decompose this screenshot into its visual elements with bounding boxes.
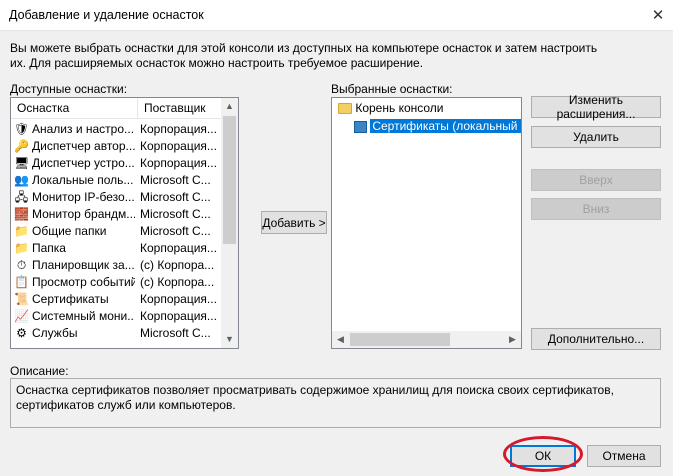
firewall-monitor-icon: 🧱	[14, 207, 29, 221]
edit-extensions-button[interactable]: Изменить расширения...	[531, 93, 661, 121]
window-title: Добавление и удаление оснасток	[9, 8, 204, 22]
list-item[interactable]: 📁 Папка Корпорация...	[11, 240, 231, 257]
intro-text: Вы можете выбрать оснастки для этой конс…	[10, 41, 598, 70]
snapin-vendor: Microsoft C...	[140, 224, 211, 238]
snapin-vendor: Корпорация...	[140, 309, 217, 323]
snapin-name: Просмотр событий	[32, 275, 135, 289]
list-item[interactable]: 🖧 Монитор IP-безо... Microsoft C...	[11, 189, 231, 206]
close-button[interactable]: ✕	[643, 0, 673, 30]
available-snapins-list[interactable]: Оснастка Поставщик 🛡 Анализ и настро... Ко…	[10, 97, 239, 349]
list-item[interactable]: 🔑 Диспетчер автор... Корпорация...	[11, 138, 231, 155]
list-item[interactable]: 📋 Просмотр событий (с) Корпора...	[11, 274, 231, 291]
snapin-vendor: Microsoft C...	[140, 326, 211, 340]
snapin-vendor: Microsoft C...	[140, 190, 211, 204]
list-item[interactable]: 🧱 Монитор брандм... Microsoft C...	[11, 206, 231, 223]
system-monitor-icon: 📈	[14, 309, 29, 323]
snapin-name: Диспетчер устро...	[32, 156, 135, 170]
cancel-button[interactable]: Отмена	[587, 445, 661, 467]
task-scheduler-icon: ⏱	[16, 258, 27, 272]
snapin-name: Общие папки	[32, 224, 107, 238]
move-down-button[interactable]: Вниз	[531, 198, 661, 220]
vertical-scrollbar[interactable]: ▲ ▼	[221, 98, 238, 348]
selected-snapins-tree[interactable]: Корень консоли Сертификаты (локальный ко…	[331, 97, 522, 349]
column-header-vendor[interactable]: Поставщик	[138, 98, 223, 119]
list-item[interactable]: 🖥 Диспетчер устро... Корпорация...	[11, 155, 231, 172]
snapin-name: Папка	[32, 241, 66, 255]
snapin-name: Системный мони...	[32, 309, 135, 323]
certificates-icon	[354, 120, 367, 133]
description-label: Описание:	[10, 364, 69, 378]
available-label: Доступные оснастки:	[10, 82, 128, 96]
tree-item-certificates[interactable]: Сертификаты (локальный ко	[354, 117, 521, 135]
local-users-icon: 👥	[14, 173, 29, 187]
scroll-down-icon[interactable]: ▼	[221, 331, 238, 348]
list-item[interactable]: 👥 Локальные поль... Microsoft C...	[11, 172, 231, 189]
remove-button[interactable]: Удалить	[531, 126, 661, 148]
shared-folders-icon: 📁	[14, 224, 29, 238]
scroll-thumb[interactable]	[350, 333, 450, 346]
snapin-vendor: Корпорация...	[140, 122, 217, 136]
highlight-ring	[503, 436, 583, 472]
column-header-snapin[interactable]: Оснастка	[11, 98, 138, 119]
add-button[interactable]: Добавить >	[261, 211, 327, 234]
tree-item-label: Корень консоли	[355, 101, 444, 115]
selected-label: Выбранные оснастки:	[331, 82, 453, 96]
snapin-vendor: Корпорация...	[140, 292, 217, 306]
ip-security-monitor-icon: 🖧	[14, 190, 29, 204]
list-item[interactable]: 📈 Системный мони... Корпорация...	[11, 308, 231, 325]
scroll-thumb[interactable]	[223, 116, 236, 244]
list-item[interactable]: 🛡 Анализ и настро... Корпорация...	[11, 121, 231, 138]
list-item[interactable]: ⚙ Службы Microsoft C...	[11, 325, 231, 342]
security-analysis-icon: 🛡	[14, 122, 30, 136]
tree-item-label: Сертификаты (локальный ко	[370, 119, 521, 133]
scroll-up-icon[interactable]: ▲	[221, 98, 238, 115]
snapin-name: Сертификаты	[32, 292, 109, 306]
close-icon: ✕	[651, 7, 665, 24]
snapin-vendor: (с) Корпора...	[140, 258, 215, 272]
move-up-button[interactable]: Вверх	[531, 169, 661, 191]
snapin-vendor: Microsoft C...	[140, 173, 211, 187]
snapin-name: Диспетчер автор...	[32, 139, 135, 153]
snapin-name: Анализ и настро...	[32, 122, 135, 136]
description-box: Оснастка сертификатов позволяет просматр…	[10, 378, 661, 428]
list-header: Оснастка Поставщик	[11, 98, 231, 119]
folder-icon: 📁	[14, 241, 29, 255]
snapin-name: Локальные поль...	[32, 173, 134, 187]
list-item[interactable]: 📁 Общие папки Microsoft C...	[11, 223, 231, 240]
snapin-vendor: (с) Корпора...	[140, 275, 215, 289]
scroll-right-icon[interactable]: ▶	[504, 331, 521, 348]
services-icon: ⚙	[16, 326, 27, 340]
event-viewer-icon: 📋	[14, 275, 29, 289]
snapin-name: Планировщик за...	[32, 258, 135, 272]
snapin-vendor: Корпорация...	[140, 156, 217, 170]
horizontal-scrollbar[interactable]: ◀ ▶	[332, 331, 521, 348]
authorization-manager-icon: 🔑	[14, 139, 29, 153]
snapin-name: Службы	[32, 326, 78, 340]
device-manager-icon: 🖥	[14, 156, 30, 170]
snapin-vendor: Корпорация...	[140, 139, 217, 153]
scroll-left-icon[interactable]: ◀	[332, 331, 349, 348]
snapin-name: Монитор брандм...	[32, 207, 135, 221]
list-item[interactable]: 📜 Сертификаты Корпорация...	[11, 291, 231, 308]
tree-item-console-root[interactable]: Корень консоли	[338, 99, 444, 117]
snapin-vendor: Корпорация...	[140, 241, 217, 255]
title-bar: Добавление и удаление оснасток ✕	[0, 0, 673, 31]
snapin-vendor: Microsoft C...	[140, 207, 211, 221]
advanced-button[interactable]: Дополнительно...	[531, 328, 661, 350]
certificates-icon: 📜	[14, 292, 29, 306]
snapin-name: Монитор IP-безо...	[32, 190, 135, 204]
folder-icon	[338, 103, 352, 115]
description-text: Оснастка сертификатов позволяет просматр…	[16, 383, 614, 412]
list-item[interactable]: ⏱ Планировщик за... (с) Корпора...	[11, 257, 231, 274]
